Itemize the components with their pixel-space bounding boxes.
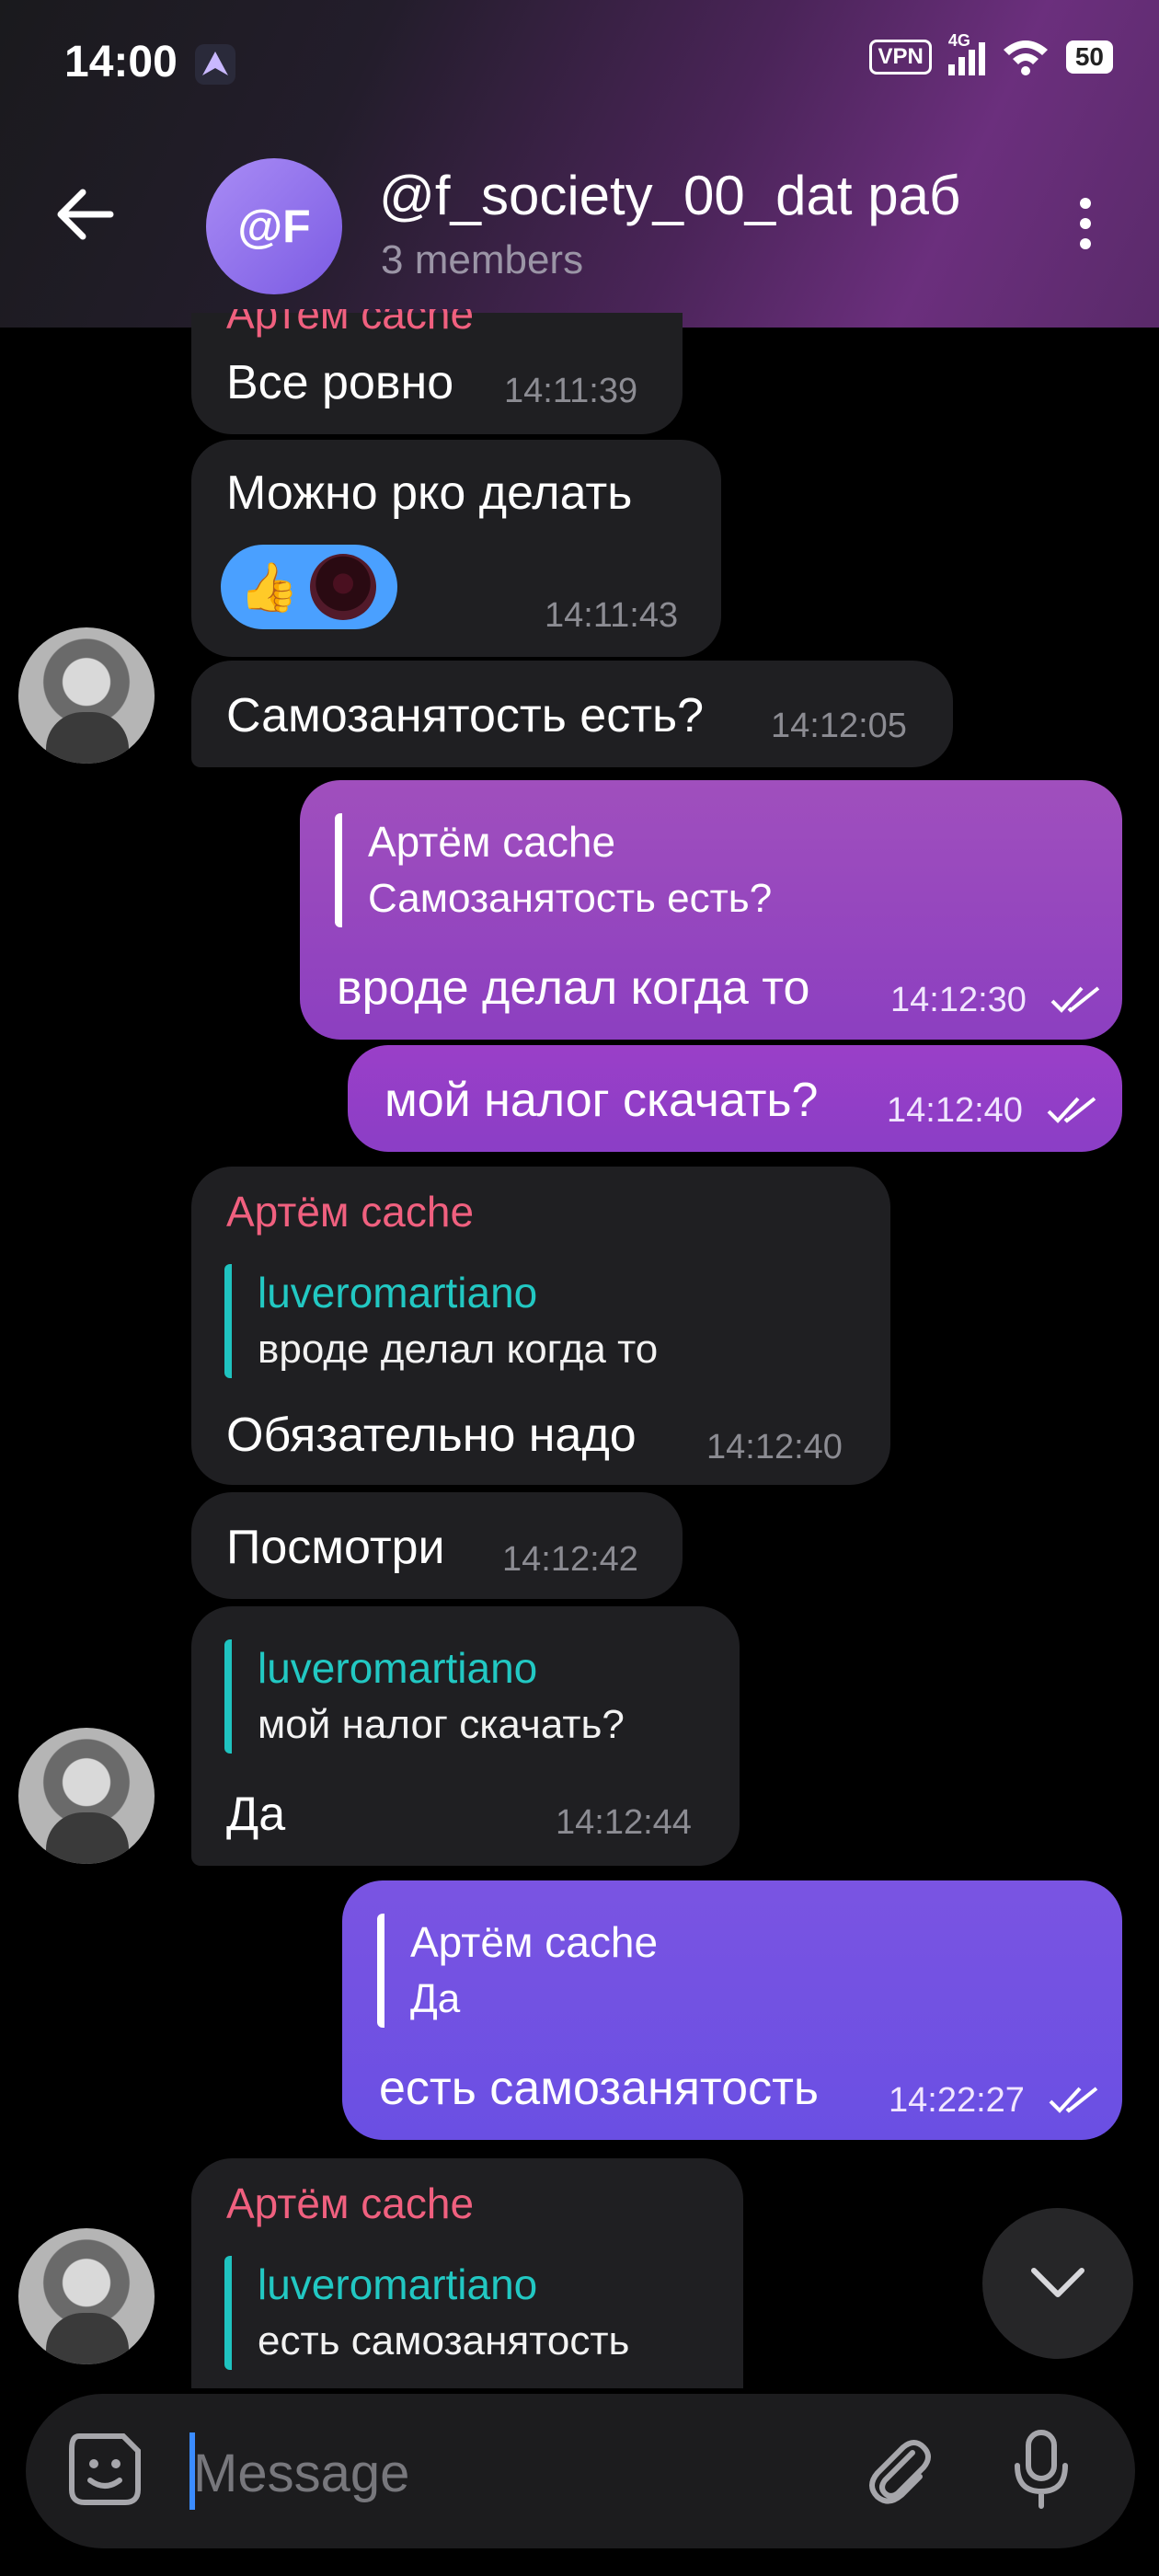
- chat-header: 14:00 VPN 4G 50 @F @f_society_00_dat раб…: [0, 0, 1159, 328]
- message-bubble[interactable]: Артём cache Все ровно 14:11:39: [191, 309, 683, 434]
- reply-quote[interactable]: luveromartiano есть самозанятость: [224, 2256, 629, 2370]
- reply-quote[interactable]: Артём cache Да: [377, 1914, 658, 2028]
- message-time: 14:22:27: [889, 2081, 1025, 2120]
- message-bubble-outgoing[interactable]: мой налог скачать? 14:12:40: [348, 1045, 1122, 1152]
- read-checkmarks-icon: [1050, 986, 1100, 1013]
- message-time: 14:12:40: [887, 1091, 1023, 1130]
- read-checkmarks-icon: [1047, 1097, 1096, 1123]
- message-time: 14:12:05: [771, 707, 907, 745]
- wifi-icon: [1003, 40, 1048, 75]
- message-time: 14:12:42: [502, 1540, 638, 1579]
- read-checkmarks-icon: [1049, 2087, 1098, 2113]
- more-menu-icon[interactable]: [1080, 198, 1091, 249]
- sticker-emoji-icon[interactable]: [66, 2431, 143, 2508]
- reply-name: luveromartiano: [258, 2260, 538, 2308]
- reply-quote[interactable]: Артём cache Самозанятость есть?: [335, 813, 772, 927]
- message-text: Посмотри: [226, 1521, 445, 1574]
- sender-name: Артём cache: [226, 2179, 475, 2227]
- message-time: 14:12:44: [556, 1803, 692, 1842]
- reply-text: мой налог скачать?: [258, 1702, 625, 1747]
- chat-title[interactable]: @f_society_00_dat раб: [379, 164, 1004, 227]
- reply-text: Самозанятость есть?: [368, 876, 773, 921]
- message-text: есть самозанятость: [379, 2062, 819, 2115]
- attach-paperclip-icon[interactable]: [863, 2434, 936, 2508]
- message-bubble[interactable]: Артём cache luveromartiano вроде делал к…: [191, 1167, 890, 1485]
- reply-text: Да: [410, 1976, 461, 2021]
- group-avatar[interactable]: @F: [206, 158, 342, 294]
- reply-quote[interactable]: luveromartiano мой налог скачать?: [224, 1639, 625, 1754]
- message-time: 14:11:43: [545, 596, 679, 635]
- reply-name: Артём cache: [368, 818, 616, 866]
- thumbs-up-reaction[interactable]: 👍: [239, 559, 299, 615]
- message-time: 14:12:40: [706, 1428, 843, 1466]
- message-text: мой налог скачать?: [384, 1074, 819, 1127]
- sender-name: Артём cache: [226, 1188, 475, 1236]
- member-count: 3 members: [381, 237, 584, 282]
- reply-name: luveromartiano: [258, 1269, 538, 1317]
- app-notification-icon: [195, 44, 235, 85]
- reply-quote[interactable]: luveromartiano вроде делал когда то: [224, 1264, 658, 1378]
- reply-name: Артём cache: [410, 1918, 659, 1966]
- message-bubble-outgoing[interactable]: Артём cache Самозанятость есть? вроде де…: [300, 780, 1122, 1040]
- message-bubble[interactable]: Артём cache luveromartiano есть самозаня…: [191, 2158, 743, 2388]
- network-type: 4G: [947, 31, 970, 50]
- avatar-reaction-icon[interactable]: [309, 554, 376, 620]
- message-text: Да: [226, 1788, 286, 1841]
- reactions[interactable]: 👍: [221, 545, 397, 629]
- message-text: Самозанятость есть?: [226, 689, 705, 742]
- message-input[interactable]: [191, 2431, 839, 2515]
- back-arrow-icon[interactable]: [55, 189, 114, 240]
- avatar[interactable]: [18, 1728, 155, 1864]
- message-time: 14:11:39: [504, 372, 638, 410]
- status-icons: VPN 4G 50: [869, 31, 1113, 75]
- reply-name: luveromartiano: [258, 1644, 538, 1692]
- microphone-icon[interactable]: [1012, 2429, 1071, 2512]
- text-cursor: [189, 2432, 195, 2510]
- avatar[interactable]: [18, 627, 155, 764]
- clock: 14:00: [64, 38, 178, 86]
- signal-icon: 4G: [947, 31, 985, 75]
- message-text: Обязательно надо: [226, 1409, 637, 1462]
- message-time: 14:12:30: [890, 981, 1027, 1019]
- reply-text: есть самозанятость: [258, 2318, 630, 2363]
- vpn-indicator: VPN: [869, 40, 932, 75]
- message-bubble-outgoing[interactable]: Артём cache Да есть самозанятость 14:22:…: [342, 1880, 1122, 2140]
- message-bubble[interactable]: Посмотри 14:12:42: [191, 1492, 683, 1599]
- message-bubble[interactable]: luveromartiano мой налог скачать? Да 14:…: [191, 1606, 740, 1866]
- message-text: Можно рко делать: [226, 466, 633, 520]
- battery-indicator: 50: [1065, 40, 1113, 74]
- chevron-down-icon: [1031, 2268, 1084, 2297]
- message-text: вроде делал когда то: [337, 961, 810, 1015]
- avatar[interactable]: [18, 2228, 155, 2364]
- reply-text: вроде делал когда то: [258, 1327, 659, 1372]
- scroll-to-bottom-button[interactable]: [982, 2208, 1133, 2359]
- message-bubble[interactable]: Самозанятость есть? 14:12:05: [191, 661, 953, 767]
- message-text: Все ровно: [226, 356, 454, 409]
